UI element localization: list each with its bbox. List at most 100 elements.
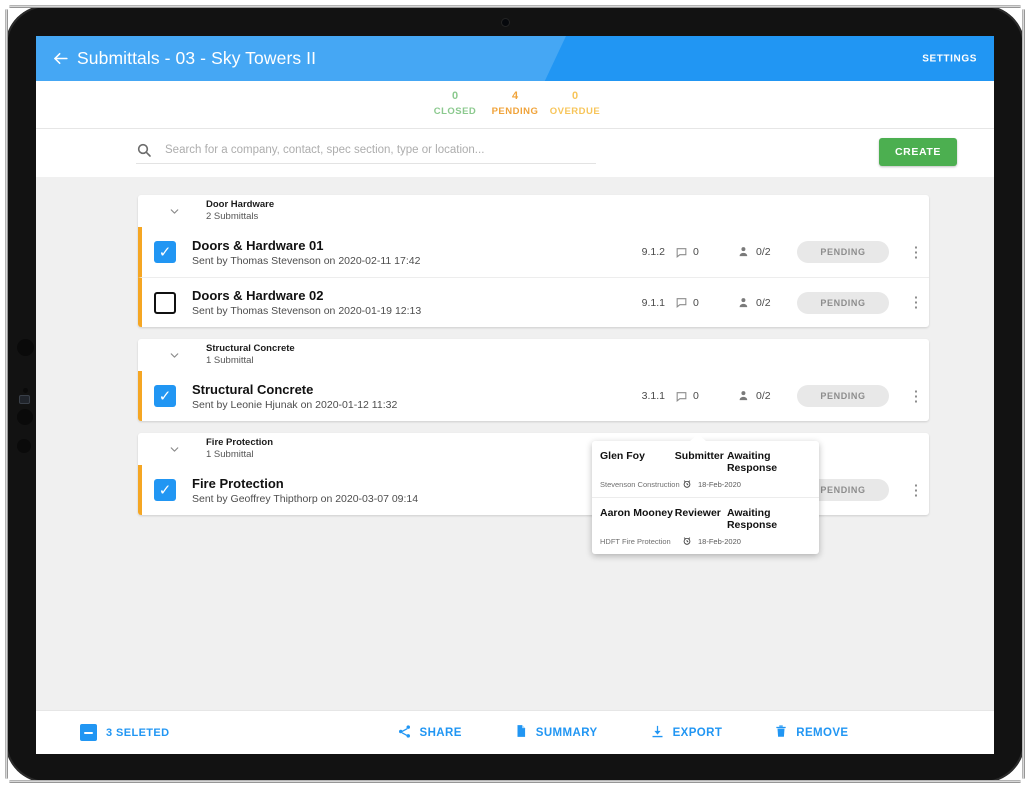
spec-number: 9.1.2 <box>641 246 665 258</box>
stat-overdue-label: OVERDUE <box>549 106 601 117</box>
reviewer-company: HDFT Fire Protection <box>600 536 671 546</box>
check-icon: ✓ <box>158 387 172 405</box>
more-options-icon[interactable]: ⋮ <box>903 295 929 310</box>
person-icon <box>739 297 748 307</box>
share-label: SHARE <box>419 726 462 739</box>
row-title: Structural Concrete <box>192 381 314 397</box>
reviewer-date: 18-Feb-2020 <box>698 536 741 546</box>
group-header[interactable]: Structural Concrete 1 Submittal <box>138 339 929 371</box>
group-title: Door Hardware <box>206 199 275 210</box>
table-row[interactable]: ✓ Doors & Hardware 01 Sent by Thomas Ste… <box>138 227 929 277</box>
comment-count-value: 0 <box>693 246 699 258</box>
search-icon <box>136 142 152 158</box>
row-checkbox[interactable] <box>154 291 176 314</box>
bezel-edge-right <box>1022 9 1025 779</box>
comment-count-value: 0 <box>693 390 699 402</box>
reviewers-popover: Glen Foy Submitter Awaiting Response Ste… <box>592 434 819 554</box>
remove-button[interactable]: REMOVE <box>774 724 848 742</box>
share-icon <box>397 724 420 742</box>
stat-pending-label: PENDING <box>491 106 539 117</box>
status-badge: PENDING <box>797 385 889 407</box>
bezel-edge-bottom <box>9 780 1021 783</box>
reviewer-role: Submitter <box>674 450 724 462</box>
arrow-left-icon[interactable] <box>50 49 70 69</box>
reviewer-count-value: 0/2 <box>756 390 771 402</box>
comment-count[interactable]: 0 <box>675 246 717 259</box>
reviewer-count-value: 0/2 <box>756 246 771 258</box>
download-icon <box>650 724 673 742</box>
group-title: Fire Protection <box>206 437 274 448</box>
reviewer-count-value: 0/2 <box>756 296 771 309</box>
stat-closed-count: 0 <box>451 90 459 102</box>
bezel-edge-top <box>9 5 1021 8</box>
reviewer-name: Aaron Mooney <box>600 507 673 519</box>
selection-toggle[interactable]: 3 SELETED <box>80 724 170 741</box>
hardware-port-icon <box>19 395 30 404</box>
comment-icon <box>676 391 687 402</box>
group-header[interactable]: Door Hardware 2 Submittals <box>138 195 929 227</box>
more-options-icon[interactable]: ⋮ <box>903 389 929 404</box>
export-label: EXPORT <box>672 726 723 739</box>
reviewer-name: Glen Foy <box>600 450 645 462</box>
row-checkbox[interactable]: ✓ <box>154 479 176 501</box>
stat-overdue[interactable]: 0 OVERDUE <box>545 89 605 120</box>
status-badge: PENDING <box>797 291 889 314</box>
spec-number: 3.1.1 <box>641 390 665 402</box>
search-input[interactable] <box>165 144 596 156</box>
reviewer-status: Awaiting Response <box>726 450 778 474</box>
reviewer-date: 18-Feb-2020 <box>698 479 741 489</box>
create-button[interactable]: CREATE <box>879 138 957 166</box>
chevron-down-icon[interactable] <box>166 205 182 218</box>
comment-count[interactable]: 0 <box>675 296 717 309</box>
submittals-list: Door Hardware 2 Submittals ✓ Doors & Har… <box>36 177 994 754</box>
hardware-button-volume-up[interactable] <box>17 409 33 425</box>
row-subtitle: Sent by Thomas Stevenson on 2020-02-11 1… <box>192 254 421 267</box>
search-row: CREATE <box>36 129 994 177</box>
table-row[interactable]: ✓ Structural Concrete Sent by Leonie Hju… <box>138 371 929 421</box>
status-badge: PENDING <box>797 241 889 263</box>
search-field-wrapper[interactable] <box>136 142 596 164</box>
reviewer-status: Awaiting Response <box>726 507 778 531</box>
alarm-clock-icon <box>682 536 692 546</box>
chevron-down-icon[interactable] <box>166 443 182 456</box>
indeterminate-checkbox[interactable] <box>80 724 97 741</box>
more-options-icon[interactable]: ⋮ <box>903 245 929 260</box>
stat-closed[interactable]: 0 CLOSED <box>425 89 485 120</box>
bezel-edge-left <box>5 9 8 779</box>
more-options-icon[interactable]: ⋮ <box>903 483 929 498</box>
row-checkbox[interactable]: ✓ <box>154 385 176 407</box>
row-title: Fire Protection <box>192 475 284 491</box>
summary-button[interactable]: SUMMARY <box>514 723 598 742</box>
export-button[interactable]: EXPORT <box>650 724 723 742</box>
share-button[interactable]: SHARE <box>397 724 462 742</box>
bulk-actions: SHARE SUMMARY EXPORT REMOVE <box>397 723 849 742</box>
alarm-clock-icon <box>682 479 692 489</box>
comment-count[interactable]: 0 <box>675 390 717 403</box>
app-bar: Submittals - 03 - Sky Towers II SETTINGS <box>36 36 994 81</box>
row-subtitle: Sent by Geoffrey Thipthorp on 2020-03-07… <box>192 492 419 505</box>
row-checkbox[interactable]: ✓ <box>154 241 176 263</box>
row-subtitle: Sent by Thomas Stevenson on 2020-01-19 1… <box>192 305 422 317</box>
settings-button[interactable]: SETTINGS <box>922 53 977 64</box>
reviewer-count[interactable]: 0/2 <box>737 296 789 310</box>
submittal-group: Structural Concrete 1 Submittal ✓ Struct… <box>138 339 929 421</box>
summary-label: SUMMARY <box>535 726 598 739</box>
row-title: Doors & Hardware 01 <box>192 237 324 253</box>
reviewer-entry: Aaron Mooney Reviewer Awaiting Response … <box>592 497 819 554</box>
reviewer-count[interactable]: 0/2 <box>737 245 789 259</box>
reviewer-count[interactable]: 0/2 <box>737 389 789 403</box>
stat-pending[interactable]: 4 PENDING <box>485 89 545 120</box>
table-row[interactable]: Doors & Hardware 02 Sent by Thomas Steve… <box>138 277 929 327</box>
bottom-action-bar: 3 SELETED SHARE SUMMARY EXPORT REMOVE <box>36 710 994 754</box>
submittal-group: Door Hardware 2 Submittals ✓ Doors & Har… <box>138 195 929 327</box>
chevron-down-icon[interactable] <box>166 349 182 362</box>
group-title: Structural Concrete <box>206 343 295 354</box>
person-icon <box>739 391 748 401</box>
person-icon <box>739 247 748 257</box>
trash-icon <box>774 724 796 742</box>
hardware-button-power[interactable] <box>17 339 34 356</box>
reviewer-company: Stevenson Construction <box>600 479 680 489</box>
page-title: Submittals - 03 - Sky Towers II <box>77 48 317 68</box>
hardware-button-volume-down[interactable] <box>17 439 31 453</box>
spec-number: 9.1.1 <box>641 296 665 309</box>
